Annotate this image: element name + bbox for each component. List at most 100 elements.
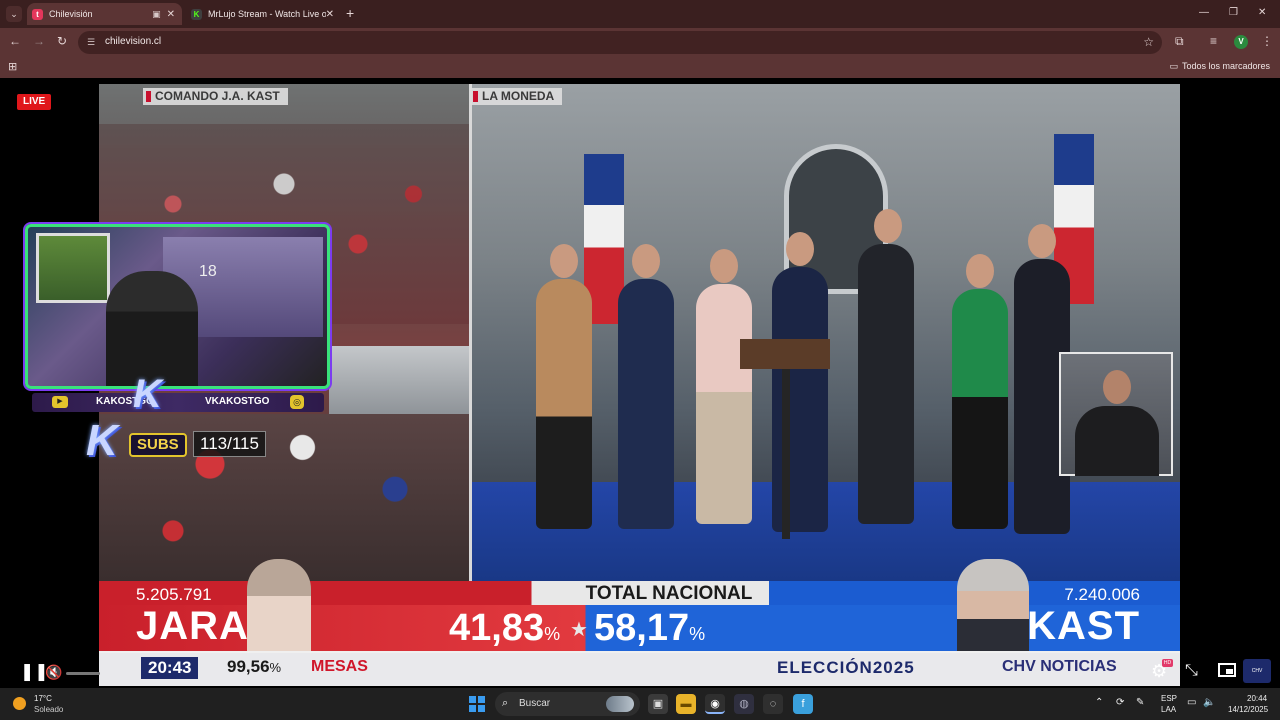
file-explorer-icon[interactable]: ▬ [676,694,696,714]
mesas-percent: 99,56% [227,657,281,677]
streamer-k-logo: K [133,372,162,416]
search-label: Buscar [519,698,551,709]
interpreter-body [1075,406,1159,476]
subs-label: SUBS [129,433,187,457]
tab-mrlujo-stream[interactable]: K MrLujo Stream - Watch Live on ✕ [186,3,341,25]
clock-time[interactable]: 20:44 [1247,694,1267,703]
page-content: LIVE COMANDO J.A. KAST LA MONEDA 5.205.7… [0,78,1280,688]
chv-noticias-badge-icon[interactable]: CHV [1243,659,1271,683]
speaker-icon[interactable]: 🔈 [1203,697,1215,708]
clock-date[interactable]: 14/12/2025 [1228,705,1268,714]
app-icon[interactable]: f [793,694,813,714]
app-icon[interactable]: ◌ [763,694,783,714]
chrome-icon[interactable]: ◉ [705,694,725,714]
language-code[interactable]: ESP [1161,694,1177,703]
all-bookmarks-folder[interactable]: ▭ Todos los marcadores [1169,61,1270,72]
reload-icon[interactable]: ↻ [57,34,67,48]
close-tab-icon[interactable]: ✕ [167,9,175,20]
person-6 [952,289,1008,529]
election-results-banner: 5.205.791 TOTAL NACIONAL 7.240.006 JARA … [99,559,1180,661]
kick-favicon-icon: K [191,8,202,20]
star-icon: ★ [570,619,588,641]
back-icon[interactable]: ← [9,34,21,48]
interpreter-head [1103,370,1131,404]
feed-right-la-moneda [472,84,1180,581]
subs-count: 113/115 [193,431,266,457]
extensions-icon[interactable]: ⧉ [1175,34,1184,49]
network-icon[interactable]: ▭ [1187,697,1196,708]
mute-icon[interactable]: 🔇 [45,664,62,681]
pen-icon[interactable]: ✎ [1136,697,1144,708]
person-head [786,232,814,266]
percent-sign: % [269,660,282,675]
bookmark-star-icon[interactable]: ☆ [1143,35,1154,49]
show-hidden-icons-icon[interactable]: ⌃ [1095,697,1103,708]
start-tile [469,705,476,712]
keyboard-layout[interactable]: LAA [1161,705,1176,714]
streamer-social-bar: ▶ KAKOSTGO VKAKOSTGO ◎ [32,393,324,412]
start-tile [478,696,485,703]
subs-k-logo: K [86,416,118,465]
kast-percent: 58,17% [594,607,705,650]
results-info-strip: 20:43 99,56% MESAS ELECCIÓN2025 CHV NOTI… [99,653,1180,686]
sync-icon[interactable]: ⟳ [1116,697,1124,708]
apps-grid-icon[interactable]: ⊞ [8,60,17,73]
streamer-username-right: VKAKOSTGO [205,396,270,407]
kast-votes: 7.240.006 [1064,585,1140,604]
percent-sign: % [544,624,561,644]
windows-taskbar: 17°C Soleado ⌕ Buscar ▣ ▬ ◉ ◍ ◌ f ⌃ ⟳ ✎ … [0,688,1280,720]
restore-icon[interactable]: ❐ [1229,7,1238,18]
hd-badge-icon: HD [1162,659,1173,667]
instagram-icon: ◎ [290,395,304,409]
start-button[interactable] [469,696,485,712]
start-tile [469,696,476,703]
jara-votes: 5.205.791 [136,585,212,604]
media-playing-icon[interactable]: ▣ [152,9,161,20]
task-view-icon[interactable]: ▣ [648,694,668,714]
folder-icon: ▭ [1169,61,1178,71]
weather-description[interactable]: Soleado [34,705,63,714]
bookmarks-folder-label: Todos los marcadores [1181,61,1270,71]
minimize-icon[interactable]: — [1199,7,1209,18]
address-bar[interactable]: ☰ chilevision.cl ☆ [78,31,1162,54]
feed-left-label: COMANDO J.A. KAST [143,88,288,105]
browser-toolbar: ← → ↻ ☰ chilevision.cl ☆ ⧉ ≡ ⋮ [0,28,1280,56]
person-5 [858,244,914,524]
url-text[interactable]: chilevision.cl [105,36,161,47]
media-controls-icon[interactable]: ≡ [1210,34,1217,48]
chv-noticias-logo: CHV NOTICIAS [1002,658,1117,675]
total-nacional-title: TOTAL NACIONAL [585,583,753,604]
new-tab-button[interactable]: + [346,5,354,21]
person-3 [696,284,752,524]
person-head [710,249,738,283]
app-icon[interactable]: ◍ [734,694,754,714]
room-number: 18 [199,263,217,280]
person-head [966,254,994,288]
picture-in-picture-icon[interactable] [1218,663,1236,677]
forward-icon[interactable]: → [33,34,45,48]
youtube-icon: ▶ [52,396,68,408]
person-2 [618,279,674,529]
tab-title: Chilevisión [49,9,93,19]
weather-sun-icon[interactable] [13,697,26,710]
kast-percent-value: 58,17 [594,607,690,649]
search-icon: ⌕ [502,697,509,709]
jara-name: JARA [136,604,249,648]
close-tab-icon[interactable]: ✕ [326,9,334,20]
browser-tab-bar: ⌄ t Chilevisión ▣ ✕ K MrLujo Stream - Wa… [0,0,1280,28]
taskbar-search[interactable]: ⌕ Buscar [495,692,640,716]
person-head [632,244,660,278]
volume-slider[interactable] [66,672,100,675]
tab-chilevision[interactable]: t Chilevisión ▣ ✕ [27,3,182,25]
person-1 [536,279,592,529]
profile-avatar-icon[interactable]: V [1234,35,1248,49]
percent-sign: % [689,624,706,644]
exit-fullscreen-icon[interactable]: ⤡ [1185,662,1198,680]
menu-icon[interactable]: ⋮ [1261,34,1273,48]
tab-search-button[interactable]: ⌄ [6,6,22,22]
site-info-icon[interactable]: ☰ [87,37,98,48]
streamer-webcam: 18 [25,224,330,389]
building-image [329,346,469,416]
weather-temperature[interactable]: 17°C [34,694,52,703]
close-window-icon[interactable]: ✕ [1258,7,1266,18]
